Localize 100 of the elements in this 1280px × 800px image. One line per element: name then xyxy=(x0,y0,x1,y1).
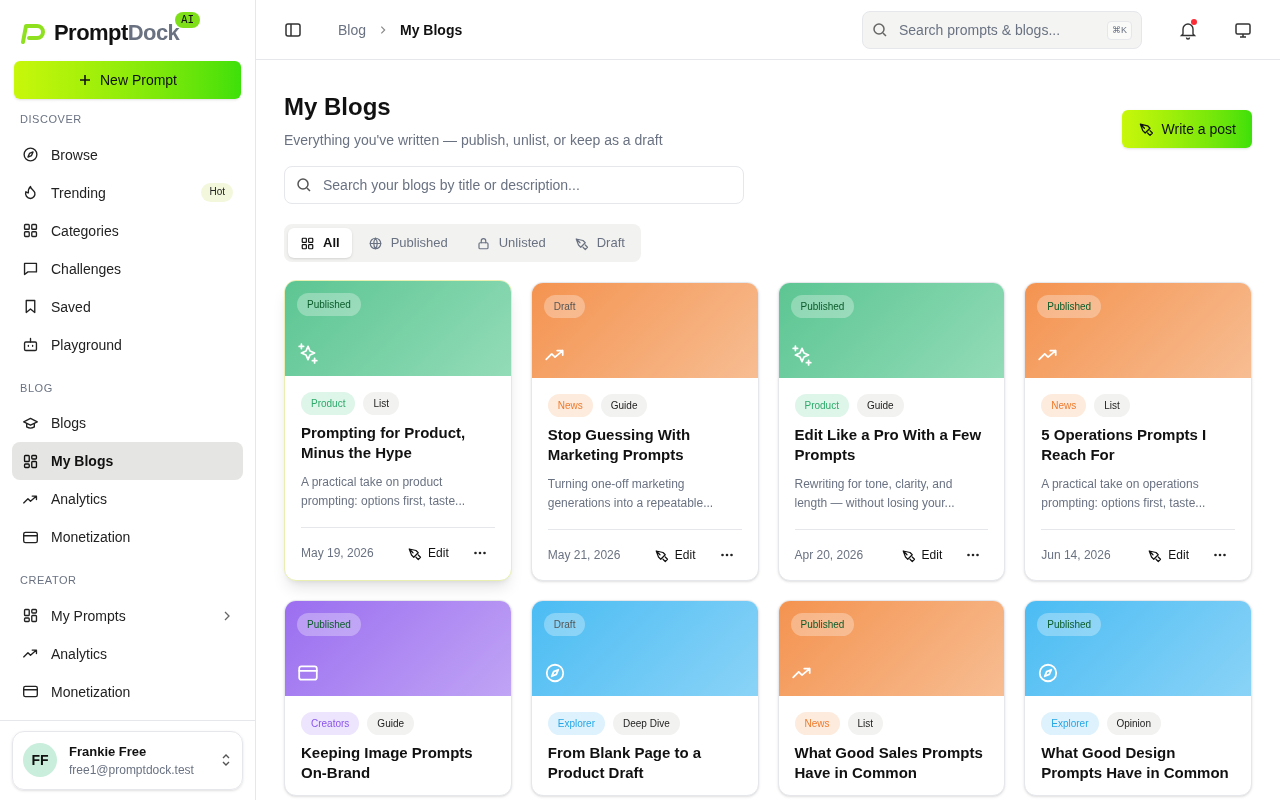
edit-button[interactable]: Edit xyxy=(407,540,449,566)
sidebar-item[interactable]: Browse xyxy=(12,135,243,174)
tag: Guide xyxy=(856,394,904,417)
blog-card[interactable]: Published News List 5 Operations Prompts I Reach For A practical take on operations prompting: options first, taste... Jun 14, 2026 Edit xyxy=(1024,282,1252,581)
page-subtitle: Everything you've written — publish, unlist, or keep as a draft xyxy=(284,131,663,150)
tag: Deep Dive xyxy=(613,712,680,735)
grid-icon xyxy=(22,222,39,239)
user-card[interactable]: FF Frankie Free free1@promptdock.test xyxy=(12,730,243,790)
post-date: May 21, 2026 xyxy=(547,547,621,564)
edit-button[interactable]: Edit xyxy=(1147,542,1189,568)
sidebar-item[interactable]: My Prompts xyxy=(12,596,243,635)
compass-icon xyxy=(22,146,39,163)
tag: Guide xyxy=(600,394,648,417)
tag: Explorer xyxy=(547,712,605,735)
compass-icon xyxy=(1037,662,1060,684)
blog-card[interactable]: Published Creators Guide Keeping Image Prompts On-Brand xyxy=(284,600,512,796)
sidebar-toggle-icon[interactable] xyxy=(284,20,302,39)
sidebar-item[interactable]: Challenges xyxy=(12,249,243,288)
blog-card[interactable]: Draft News Guide Stop Guessing With Marketing Prompts Turning one-off marketing generations into a repeatable... May 21, 2026 Edit xyxy=(530,282,759,581)
card-description: Turning one-off marketing generations into a repeatable... xyxy=(547,476,715,512)
user-email: free1@promptdock.test xyxy=(69,762,195,779)
filter-tab[interactable]: All xyxy=(288,228,352,258)
grid-icon xyxy=(300,235,315,251)
blog-card[interactable]: Published Product List Prompting for Product, Minus the Hype A practical take on product prompting: options first, taste... May 19, 2026 Edit xyxy=(284,280,512,581)
globe-icon xyxy=(367,235,383,251)
tag: Product xyxy=(794,394,849,417)
card-title: What Good Sales Prompts Have in Common xyxy=(794,743,984,783)
blog-card[interactable]: Draft Explorer Deep Dive From Blank Page to a Product Draft xyxy=(530,600,759,796)
tag: List xyxy=(1094,394,1130,417)
user-name: Frankie Free xyxy=(69,742,148,761)
new-prompt-button[interactable]: New Prompt xyxy=(14,61,241,99)
card-title: Prompting for Product, Minus the Hype xyxy=(301,423,467,463)
lock-icon xyxy=(475,235,491,251)
card-title: 5 Operations Prompts I Reach For xyxy=(1041,425,1208,465)
status-badge: Draft xyxy=(543,295,586,318)
tag: News xyxy=(794,712,840,735)
status-badge: Published xyxy=(1037,295,1102,318)
sidebar-item[interactable]: Saved xyxy=(12,287,243,326)
compass-icon xyxy=(543,662,566,684)
logo-icon xyxy=(20,21,46,44)
sidebar-item[interactable]: Playground xyxy=(12,325,243,364)
card-title: From Blank Page to a Product Draft xyxy=(547,743,703,783)
search-icon xyxy=(296,177,312,193)
status-badge: Published xyxy=(297,293,361,316)
notification-button[interactable] xyxy=(1178,19,1198,40)
tag: Product xyxy=(301,392,356,415)
sidebar-item[interactable]: Monetization xyxy=(12,672,243,711)
credit-card-icon xyxy=(22,683,39,700)
blog-card[interactable]: Published Explorer Opinion What Good Design Prompts Have in Common xyxy=(1024,600,1252,796)
tag: List xyxy=(363,392,400,415)
blog-card[interactable]: Published Product Guide Edit Like a Pro With a Few Prompts Rewriting for tone, clarity, and length — without losing your... Apr 20, 2026 Edit xyxy=(777,282,1006,581)
status-badge: Published xyxy=(297,613,361,636)
search-icon xyxy=(872,21,888,38)
sidebar-item[interactable]: Analytics xyxy=(12,480,243,518)
sidebar-item[interactable]: Trending Hot xyxy=(12,173,243,212)
pen-icon xyxy=(900,547,916,563)
status-badge: Published xyxy=(790,613,855,636)
dashboard-icon xyxy=(22,452,39,470)
write-post-button[interactable]: Write a post xyxy=(1121,110,1252,148)
filter-tab[interactable]: Published xyxy=(355,228,460,258)
sidebar-item[interactable]: My Blogs xyxy=(12,442,243,480)
card-title: Edit Like a Pro With a Few Prompts xyxy=(794,425,983,465)
post-date: May 19, 2026 xyxy=(301,545,374,562)
sparkles-icon xyxy=(790,344,813,366)
breadcrumb-link[interactable]: Blog xyxy=(338,19,367,40)
sparkles-icon xyxy=(297,342,319,364)
section-heading: CREATOR xyxy=(19,573,78,588)
status-badge: Published xyxy=(1037,613,1102,636)
hot-badge: Hot xyxy=(201,183,233,202)
breadcrumb-current: My Blogs xyxy=(400,20,463,40)
ai-badge: AI xyxy=(175,12,201,28)
pen-icon xyxy=(1137,121,1154,137)
pen-icon xyxy=(407,545,423,561)
sidebar-item[interactable]: Blogs xyxy=(12,404,243,442)
status-badge: Published xyxy=(790,295,855,318)
sidebar-item[interactable]: Analytics xyxy=(12,634,243,673)
sidebar-item[interactable]: Monetization xyxy=(12,518,243,556)
filter-tab[interactable]: Unlisted xyxy=(463,228,558,258)
sidebar-item[interactable]: Categories xyxy=(12,211,243,250)
shortcut-hint: ⌘K xyxy=(1107,20,1132,40)
edit-button[interactable]: Edit xyxy=(653,542,696,568)
pen-icon xyxy=(573,235,589,251)
filter-tab[interactable]: Draft xyxy=(561,228,637,258)
section-heading: BLOG xyxy=(19,380,54,396)
robot-icon xyxy=(22,336,39,353)
blog-search-field[interactable]: Search your blogs by title or description... xyxy=(284,166,744,204)
plus-icon xyxy=(78,73,92,87)
page-title: My Blogs xyxy=(284,92,392,122)
card-description: A practical take on operations prompting: options first, taste... xyxy=(1041,476,1207,512)
blog-card[interactable]: Published News List What Good Sales Prompts Have in Common xyxy=(777,600,1006,796)
card-title: Stop Guessing With Marketing Prompts xyxy=(547,425,692,465)
monitor-icon[interactable] xyxy=(1234,20,1252,39)
card-description: Rewriting for tone, clarity, and length — without losing your... xyxy=(794,476,956,512)
user-avatar: FF xyxy=(23,743,57,778)
pen-icon xyxy=(653,547,669,563)
tag: News xyxy=(547,394,593,417)
chat-icon xyxy=(22,260,39,277)
card-description: A practical take on product prompting: options first, taste... xyxy=(301,474,467,510)
card-title: Keeping Image Prompts On-Brand xyxy=(301,743,474,783)
edit-button[interactable]: Edit xyxy=(900,542,943,568)
